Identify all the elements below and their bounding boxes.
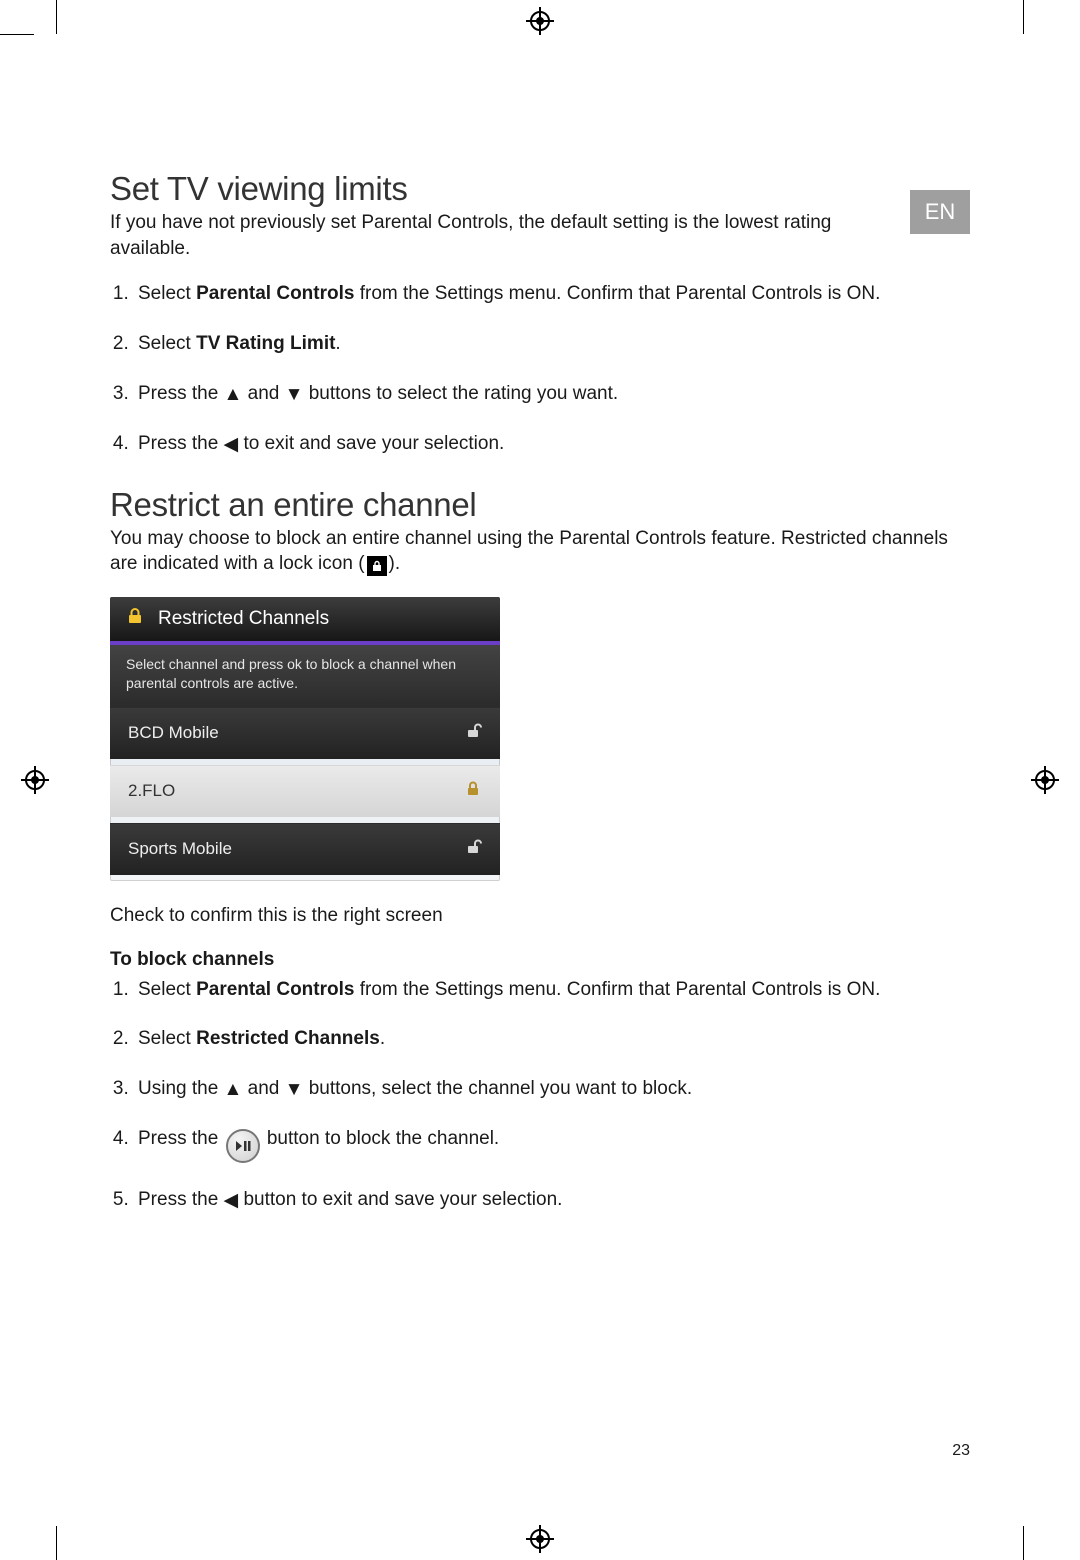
step-item: Press the ▲ and ▼ buttons to select the … bbox=[134, 381, 970, 408]
crop-mark bbox=[1023, 1526, 1024, 1560]
intro-text: You may choose to block an entire channe… bbox=[110, 526, 970, 577]
step-item: Press the ◀ to exit and save your select… bbox=[134, 431, 970, 458]
device-screenshot: Restricted Channels Select channel and p… bbox=[110, 597, 500, 881]
registration-mark-icon bbox=[525, 1524, 555, 1554]
unlock-icon bbox=[464, 722, 482, 745]
page-number: 23 bbox=[952, 1442, 970, 1460]
section-set-tv-limits: Set TV viewing limits If you have not pr… bbox=[110, 170, 970, 458]
step-item: Select TV Rating Limit. bbox=[134, 331, 970, 357]
lock-icon bbox=[367, 556, 387, 576]
channel-label: Sports Mobile bbox=[128, 839, 232, 859]
triangle-left-icon: ◀ bbox=[224, 432, 239, 458]
step-item: Press the ◀ button to exit and save your… bbox=[134, 1187, 970, 1214]
lock-icon bbox=[126, 607, 144, 631]
channel-row: Sports Mobile bbox=[110, 823, 500, 875]
heading-restrict-channel: Restrict an entire channel bbox=[110, 486, 970, 524]
device-hint: Select channel and press ok to block a c… bbox=[110, 645, 500, 707]
intro-text: If you have not previously set Parental … bbox=[110, 210, 970, 261]
channel-label: BCD Mobile bbox=[128, 723, 219, 743]
step-item: Using the ▲ and ▼ buttons, select the ch… bbox=[134, 1076, 970, 1103]
subheading-block-channels: To block channels bbox=[110, 949, 970, 971]
triangle-up-icon: ▲ bbox=[224, 382, 243, 408]
triangle-left-icon: ◀ bbox=[224, 1188, 239, 1214]
step-item: Press the button to block the channel. bbox=[134, 1126, 970, 1163]
step-item: Select Parental Controls from the Settin… bbox=[134, 977, 970, 1003]
steps-list: Select Parental Controls from the Settin… bbox=[110, 281, 970, 458]
unlock-icon bbox=[464, 838, 482, 861]
caption-text: Check to confirm this is the right scree… bbox=[110, 903, 970, 929]
triangle-down-icon: ▼ bbox=[285, 382, 304, 408]
section-restrict-channel: Restrict an entire channel You may choos… bbox=[110, 486, 970, 1214]
device-title-bar: Restricted Channels bbox=[110, 597, 500, 641]
triangle-up-icon: ▲ bbox=[224, 1077, 243, 1103]
channel-row: BCD Mobile bbox=[110, 707, 500, 759]
play-pause-icon bbox=[226, 1129, 260, 1163]
step-item: Select Parental Controls from the Settin… bbox=[134, 281, 970, 307]
channel-label: 2.FLO bbox=[128, 781, 175, 801]
steps-list: Select Parental Controls from the Settin… bbox=[110, 977, 970, 1215]
heading-set-tv-limits: Set TV viewing limits bbox=[110, 170, 970, 208]
channel-row-selected: 2.FLO bbox=[110, 765, 500, 817]
triangle-down-icon: ▼ bbox=[285, 1077, 304, 1103]
step-item: Select Restricted Channels. bbox=[134, 1026, 970, 1052]
device-title: Restricted Channels bbox=[158, 608, 329, 630]
lock-icon bbox=[464, 780, 482, 803]
crop-mark bbox=[56, 1526, 57, 1560]
manual-page: EN Set TV viewing limits If you have not… bbox=[0, 0, 1080, 1560]
